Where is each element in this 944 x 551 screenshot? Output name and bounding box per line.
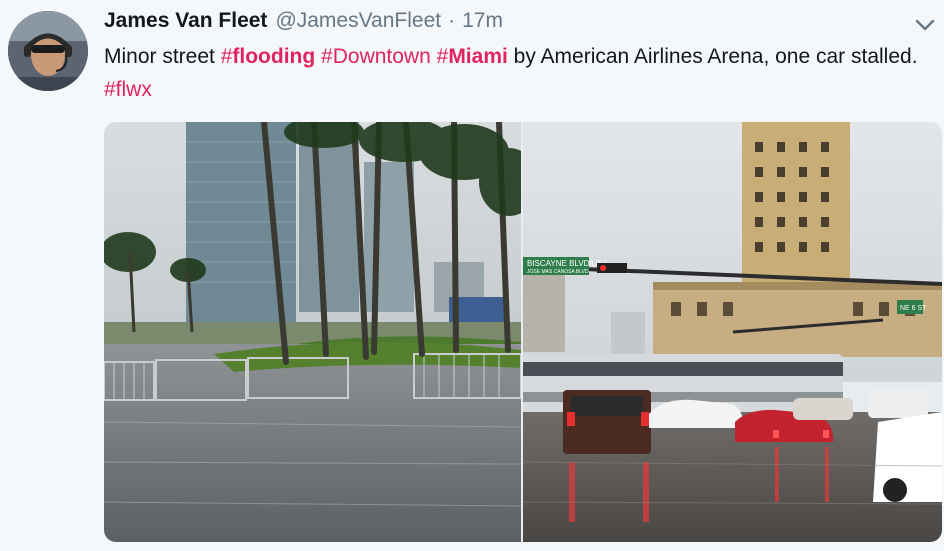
flooded-park-photo[interactable] [104,122,521,542]
street-sign-subtext: JOSE MAS CANOSA BLVD [527,269,589,275]
separator-dot: · [448,9,456,32]
chevron-down-icon [915,19,935,31]
avatar-image [8,11,88,91]
hashtag-miami[interactable]: #Miami [437,45,508,68]
tweet-header: James Van Fleet @JamesVanFleet · 17m [104,9,503,37]
timestamp[interactable]: 17m [462,9,503,33]
hashtag-flooding[interactable]: #flooding [221,45,316,68]
author-name[interactable]: James Van Fleet [104,9,267,33]
media-grid: BISCAYNE BLVD/US1 JOSE MAS CANOSA BLVD N… [104,122,942,542]
hashtag-downtown[interactable]: #Downtown [321,45,431,68]
text-segment: by American Airlines Arena, one car stal… [507,45,918,68]
more-options-button[interactable] [913,13,937,37]
avatar[interactable] [8,11,88,91]
tweet-text: Minor street #flooding #Downtown #Miami … [104,40,924,106]
ne6-sign-text: NE 6 ST [900,305,927,312]
text-segment: Minor street [104,45,221,68]
street-sign-text: BISCAYNE BLVD/US1 [527,259,608,268]
flooded-intersection-photo[interactable]: BISCAYNE BLVD/US1 JOSE MAS CANOSA BLVD N… [523,122,942,542]
author-handle[interactable]: @JamesVanFleet [275,9,441,33]
hashtag-flwx[interactable]: #flwx [104,78,152,101]
tweet: James Van Fleet @JamesVanFleet · 17m Min… [0,0,944,551]
